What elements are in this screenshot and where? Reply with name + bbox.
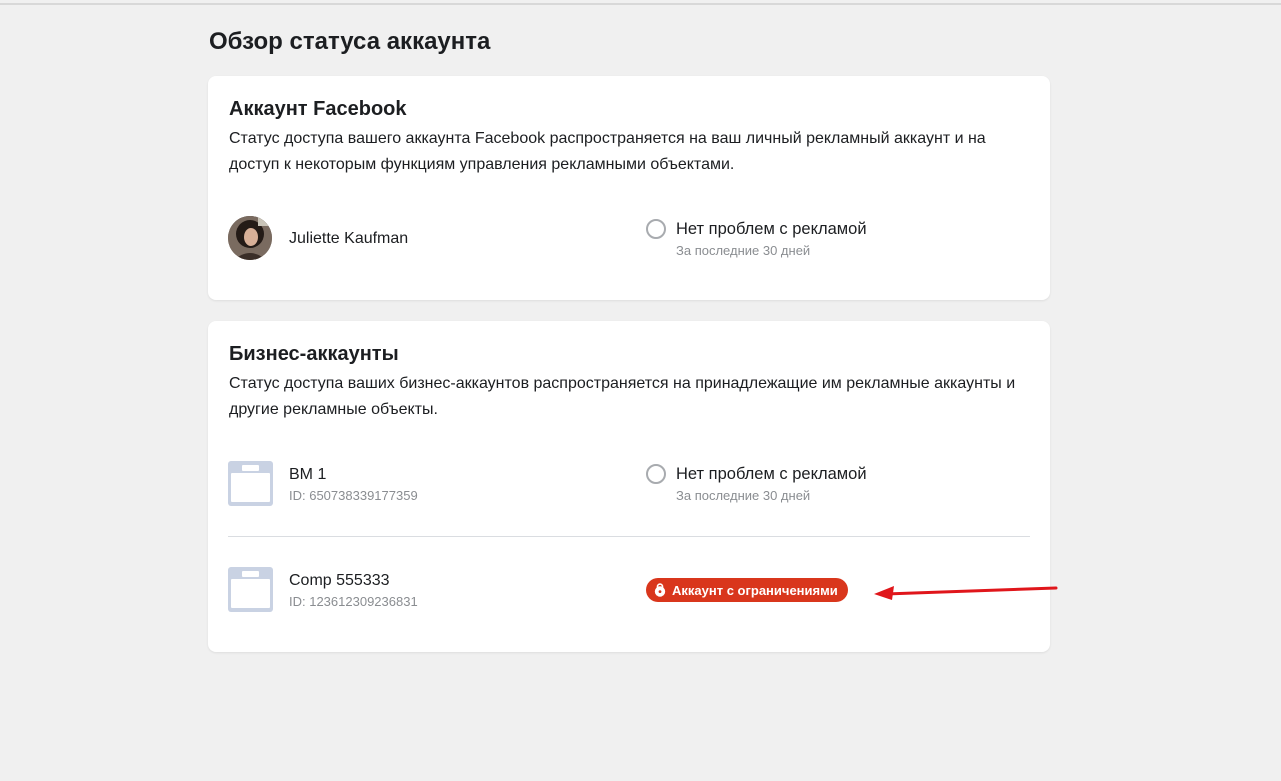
business-name[interactable]: Comp 555333: [289, 572, 390, 590]
user-name[interactable]: Juliette Kaufman: [289, 230, 408, 248]
status-text: Нет проблем с рекламой: [676, 220, 867, 238]
business-accounts-card: Бизнес-аккаунты Статус доступа ваших биз…: [208, 321, 1050, 652]
facebook-account-card: Аккаунт Facebook Статус доступа вашего а…: [208, 76, 1050, 300]
briefcase-icon: [228, 567, 273, 612]
empty-circle-icon: [646, 219, 666, 239]
card-description: Статус доступа ваших бизнес-аккаунтов ра…: [229, 375, 1016, 418]
status-period: За последние 30 дней: [676, 243, 811, 258]
empty-circle-icon: [646, 464, 666, 484]
lock-icon: [654, 583, 666, 597]
row-divider: [228, 536, 1030, 537]
status-period: За последние 30 дней: [676, 488, 811, 503]
restricted-badge-label: Аккаунт с ограничениями: [672, 582, 838, 598]
business-id: ID: 123612309236831: [289, 594, 418, 609]
page-title: Обзор статуса аккаунта: [209, 28, 491, 55]
card-description: Статус доступа вашего аккаунта Facebook …: [229, 130, 986, 173]
business-id: ID: 650738339177359: [289, 488, 418, 503]
status-text: Нет проблем с рекламой: [676, 465, 867, 483]
briefcase-icon: [228, 461, 273, 506]
business-name[interactable]: BM 1: [289, 466, 326, 484]
card-title: Бизнес-аккаунты: [229, 343, 399, 365]
avatar-portrait-icon: [228, 216, 272, 260]
red-arrow: [874, 586, 1058, 600]
restricted-status-badge[interactable]: Аккаунт с ограничениями: [646, 578, 848, 602]
browser-top-edge: [0, 0, 1281, 5]
card-title: Аккаунт Facebook: [229, 98, 407, 120]
user-avatar[interactable]: [228, 216, 272, 260]
